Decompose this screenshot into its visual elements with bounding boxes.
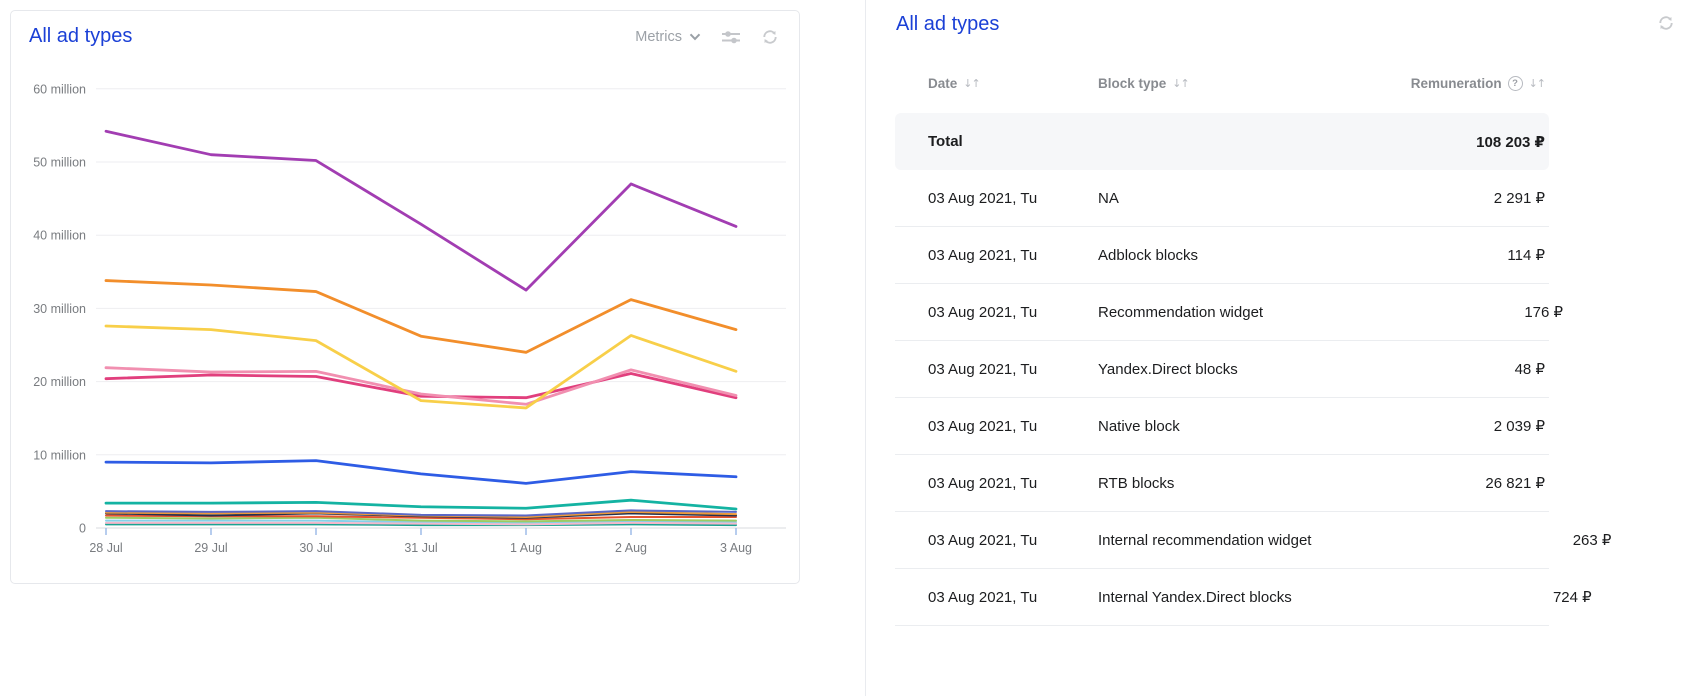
- svg-text:3 Aug: 3 Aug: [720, 541, 752, 555]
- table-panel-title: All ad types: [896, 13, 1703, 36]
- svg-text:60 million: 60 million: [33, 82, 86, 96]
- row-block-type: Internal recommendation widget: [1098, 532, 1311, 549]
- svg-text:30 million: 30 million: [33, 302, 86, 316]
- column-header-block-type[interactable]: Block type ↓↑: [1098, 76, 1245, 91]
- row-remuneration: 2 291 ₽: [1245, 189, 1545, 207]
- table-row[interactable]: 03 Aug 2021, Tu Internal Yandex.Direct b…: [895, 569, 1549, 626]
- row-remuneration: 2 039 ₽: [1245, 417, 1545, 435]
- sliders-icon: [721, 34, 741, 49]
- svg-text:31 Jul: 31 Jul: [404, 541, 437, 555]
- row-date: 03 Aug 2021, Tu: [928, 532, 1098, 549]
- table-row[interactable]: 03 Aug 2021, Tu Adblock blocks 114 ₽: [895, 227, 1549, 284]
- column-header-date[interactable]: Date ↓↑: [928, 76, 1098, 91]
- table-row[interactable]: 03 Aug 2021, Tu RTB blocks 26 821 ₽: [895, 455, 1549, 512]
- remuneration-panel: All ad types Date ↓↑: [865, 0, 1703, 696]
- total-remuneration: 108 203 ₽: [1245, 133, 1545, 151]
- chevron-down-icon: [689, 29, 701, 45]
- table-row[interactable]: 03 Aug 2021, Tu Native block 2 039 ₽: [895, 398, 1549, 455]
- row-block-type: Native block: [1098, 418, 1245, 435]
- chart-panel-header: All ad types Metrics: [11, 11, 799, 48]
- row-block-type: Internal Yandex.Direct blocks: [1098, 589, 1292, 606]
- table-row[interactable]: 03 Aug 2021, Tu Recommendation widget 17…: [895, 284, 1549, 341]
- dashboard: All ad types Metrics: [0, 0, 1703, 696]
- svg-text:30 Jul: 30 Jul: [299, 541, 332, 555]
- line-chart[interactable]: 60 million 50 million 40 million 30 million…: [11, 63, 799, 573]
- svg-text:20 million: 20 million: [33, 375, 86, 389]
- table-row[interactable]: 03 Aug 2021, Tu Yandex.Direct blocks 48 …: [895, 341, 1549, 398]
- sort-icon: ↓↑: [1529, 77, 1545, 90]
- row-block-type: NA: [1098, 190, 1245, 207]
- svg-text:29 Jul: 29 Jul: [194, 541, 227, 555]
- row-remuneration: 26 821 ₽: [1245, 474, 1545, 492]
- row-date: 03 Aug 2021, Tu: [928, 475, 1098, 492]
- refresh-icon: [1657, 20, 1675, 35]
- row-remuneration: 48 ₽: [1245, 360, 1545, 378]
- table-row[interactable]: 03 Aug 2021, Tu NA 2 291 ₽: [895, 170, 1549, 227]
- svg-text:10 million: 10 million: [33, 448, 86, 462]
- svg-text:40 million: 40 million: [33, 229, 86, 243]
- row-date: 03 Aug 2021, Tu: [928, 418, 1098, 435]
- table-panel-header: All ad types: [866, 0, 1703, 60]
- chart-settings-button[interactable]: [721, 28, 741, 46]
- chart-refresh-button[interactable]: [761, 28, 779, 46]
- help-icon[interactable]: ?: [1508, 76, 1523, 91]
- svg-text:1 Aug: 1 Aug: [510, 541, 542, 555]
- table-row[interactable]: 03 Aug 2021, Tu Internal recommendation …: [895, 512, 1549, 569]
- remuneration-table: Date ↓↑ Block type ↓↑ Remuneration ? ↓↑ …: [895, 60, 1549, 626]
- chart-panel-title: All ad types: [29, 25, 635, 48]
- metrics-dropdown-label: Metrics: [635, 29, 682, 45]
- row-date: 03 Aug 2021, Tu: [928, 304, 1098, 321]
- row-remuneration: 114 ₽: [1245, 246, 1545, 264]
- row-date: 03 Aug 2021, Tu: [928, 190, 1098, 207]
- total-label: Total: [928, 133, 1098, 150]
- table-total-row[interactable]: Total 108 203 ₽: [895, 113, 1549, 170]
- row-block-type: Adblock blocks: [1098, 247, 1245, 264]
- row-remuneration: 724 ₽: [1292, 588, 1592, 606]
- row-remuneration: 176 ₽: [1263, 303, 1563, 321]
- row-date: 03 Aug 2021, Tu: [928, 589, 1098, 606]
- sort-icon: ↓↑: [1172, 77, 1188, 90]
- chart-panel: All ad types Metrics: [10, 10, 800, 584]
- metrics-dropdown[interactable]: Metrics: [635, 29, 701, 45]
- row-remuneration: 263 ₽: [1311, 531, 1611, 549]
- svg-text:0: 0: [79, 522, 86, 536]
- table-header-row: Date ↓↑ Block type ↓↑ Remuneration ? ↓↑: [895, 60, 1549, 106]
- sort-icon: ↓↑: [963, 77, 979, 90]
- row-block-type: Yandex.Direct blocks: [1098, 361, 1245, 378]
- row-block-type: Recommendation widget: [1098, 304, 1263, 321]
- table-body: 03 Aug 2021, Tu NA 2 291 ₽ 03 Aug 2021, …: [895, 170, 1549, 626]
- svg-text:28 Jul: 28 Jul: [89, 541, 122, 555]
- row-date: 03 Aug 2021, Tu: [928, 247, 1098, 264]
- svg-text:2 Aug: 2 Aug: [615, 541, 647, 555]
- table-refresh-button[interactable]: [1657, 14, 1675, 32]
- row-block-type: RTB blocks: [1098, 475, 1245, 492]
- row-date: 03 Aug 2021, Tu: [928, 361, 1098, 378]
- svg-text:50 million: 50 million: [33, 156, 86, 170]
- column-header-remuneration[interactable]: Remuneration ? ↓↑: [1411, 76, 1545, 91]
- refresh-icon: [761, 34, 779, 49]
